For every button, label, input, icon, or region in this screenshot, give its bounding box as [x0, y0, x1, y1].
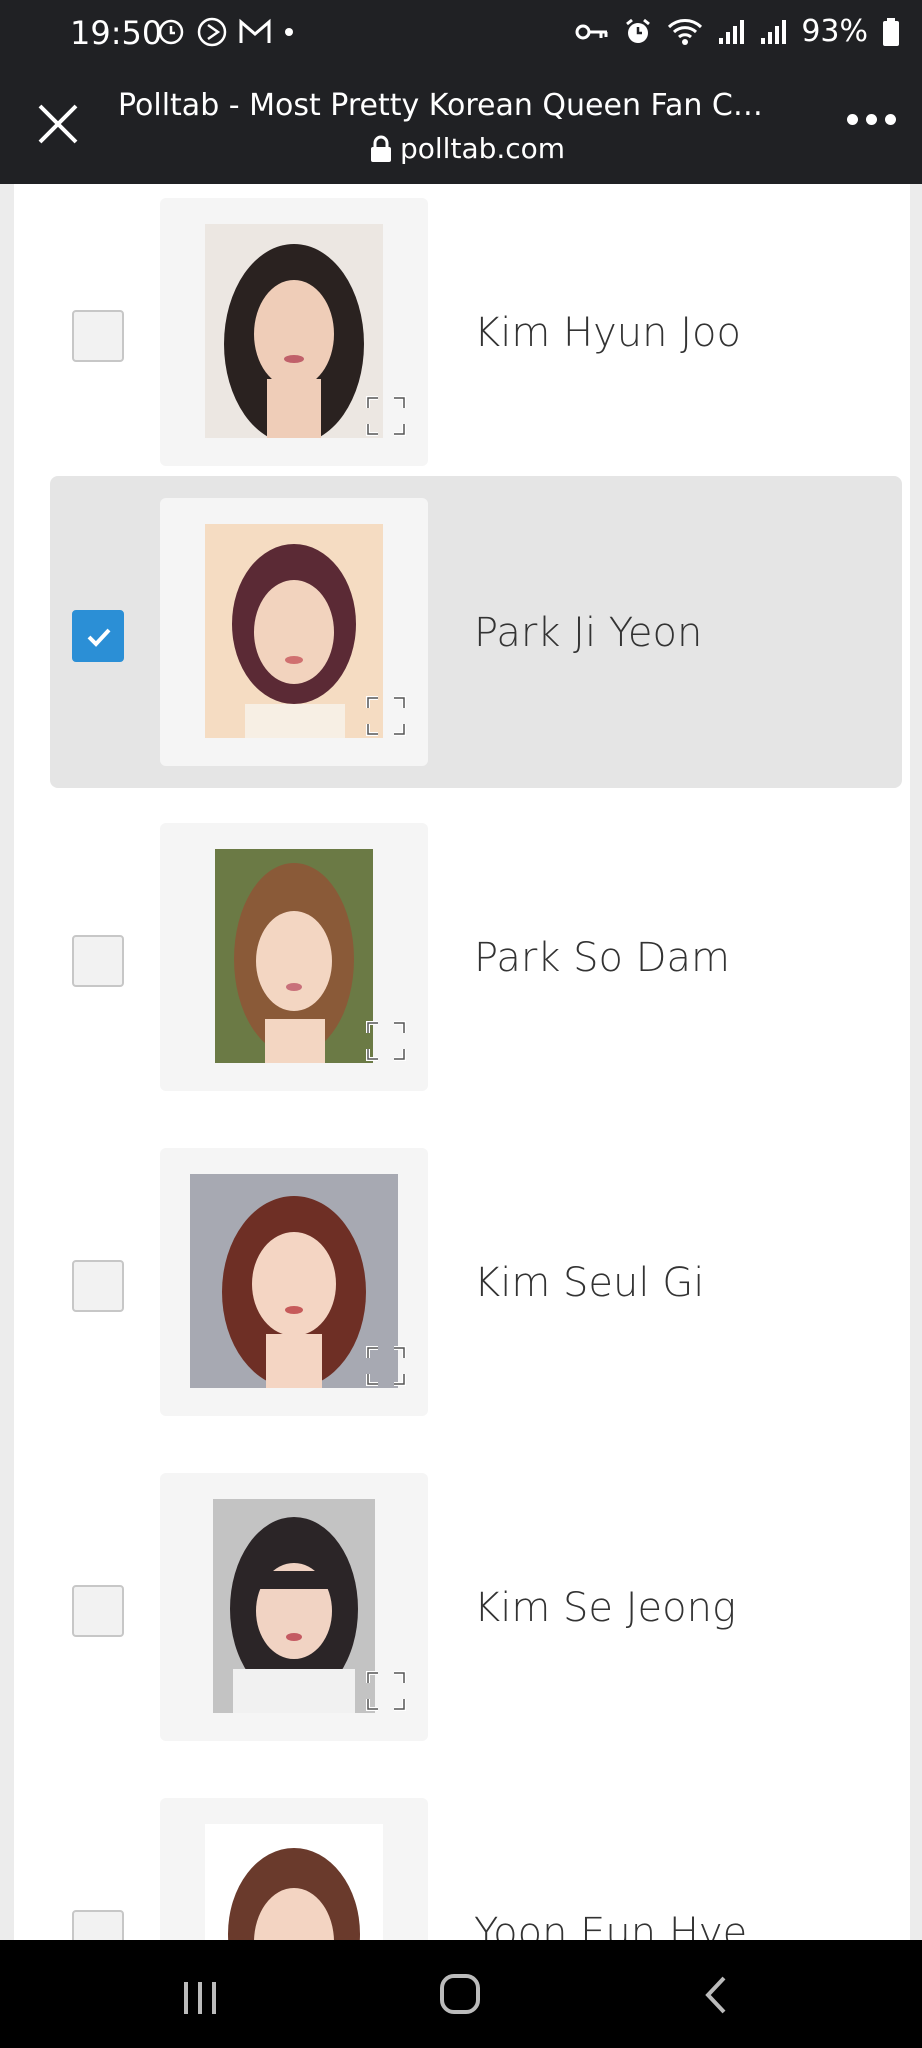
poll-option[interactable]: Kim Seul Gi — [50, 1126, 902, 1438]
poll-option[interactable]: Kim Hyun Joo — [50, 184, 902, 488]
gmail-icon — [239, 18, 271, 43]
page-title: Polltab - Most Pretty Korean Queen Fan C… — [118, 88, 778, 123]
page-content[interactable]: Kim Hyun Joo Park Ji Yeon Park So Dam Ki… — [0, 184, 922, 1940]
expand-icon[interactable] — [366, 396, 406, 436]
close-button[interactable] — [36, 102, 80, 146]
option-label: Park Ji Yeon — [474, 610, 703, 656]
wifi-icon — [668, 18, 703, 45]
back-icon[interactable] — [700, 1974, 730, 2016]
expand-icon[interactable] — [366, 1671, 406, 1711]
status-system-icons: 93% — [575, 14, 900, 49]
portrait-image — [205, 1824, 383, 1940]
expand-icon[interactable] — [366, 1346, 406, 1386]
lock-icon — [371, 135, 391, 162]
option-label: Kim Se Jeong — [474, 1585, 736, 1631]
signal-icon-2 — [761, 19, 787, 44]
option-checkbox[interactable] — [72, 1910, 124, 1940]
portrait-image — [205, 524, 383, 738]
option-thumbnail[interactable] — [160, 1798, 428, 1940]
system-nav-bar — [0, 1940, 922, 2048]
poll-panel: Kim Hyun Joo Park Ji Yeon Park So Dam Ki… — [14, 184, 910, 1940]
more-dot-icon — [866, 114, 877, 125]
option-thumbnail[interactable] — [160, 198, 428, 466]
option-checkbox[interactable] — [72, 935, 124, 987]
option-thumbnail[interactable] — [160, 498, 428, 766]
poll-option-selected[interactable]: Park Ji Yeon — [50, 476, 902, 788]
portrait-image — [213, 1499, 375, 1713]
more-dot-icon — [885, 114, 896, 125]
poll-option[interactable]: Yoon Eun Hye — [50, 1776, 902, 1940]
portrait-image — [205, 224, 383, 438]
expand-icon[interactable] — [366, 696, 406, 736]
poll-option[interactable]: Kim Se Jeong — [50, 1451, 902, 1763]
recent-apps-icon[interactable] — [180, 1978, 220, 2018]
more-options-button[interactable] — [847, 114, 896, 125]
option-label: Park So Dam — [474, 935, 731, 981]
option-checkbox-checked[interactable] — [72, 610, 124, 662]
vpn-key-icon — [575, 24, 608, 39]
option-label: Kim Seul Gi — [474, 1260, 705, 1306]
option-thumbnail[interactable] — [160, 823, 428, 1091]
url-bar[interactable]: polltab.com — [370, 132, 565, 165]
expand-icon[interactable] — [366, 1021, 406, 1061]
poll-option[interactable]: Park So Dam — [50, 801, 902, 1113]
home-icon[interactable] — [438, 1972, 482, 2016]
option-label: Yoon Eun Hye — [474, 1910, 748, 1940]
option-thumbnail[interactable] — [160, 1473, 428, 1741]
option-label: Kim Hyun Joo — [474, 310, 741, 356]
portrait-image — [215, 849, 373, 1063]
status-bar: 19:50 93% — [0, 0, 922, 68]
close-icon — [38, 104, 78, 144]
url-text: polltab.com — [400, 132, 566, 165]
option-checkbox[interactable] — [72, 1585, 124, 1637]
option-checkbox[interactable] — [72, 1260, 124, 1312]
more-dot-icon — [847, 114, 858, 125]
dot-icon — [285, 28, 293, 36]
option-thumbnail[interactable] — [160, 1148, 428, 1416]
battery-percent: 93% — [801, 14, 868, 49]
browser-header: Polltab - Most Pretty Korean Queen Fan C… — [0, 68, 922, 184]
status-notification-icons — [156, 16, 296, 48]
check-icon — [87, 628, 111, 647]
signal-icon-1 — [719, 19, 745, 44]
option-checkbox[interactable] — [72, 310, 124, 362]
alarm-icon — [626, 18, 651, 43]
battery-icon — [883, 17, 899, 46]
timer-icon — [158, 19, 184, 45]
status-time: 19:50 — [70, 14, 163, 52]
play-circle-icon — [197, 17, 227, 47]
